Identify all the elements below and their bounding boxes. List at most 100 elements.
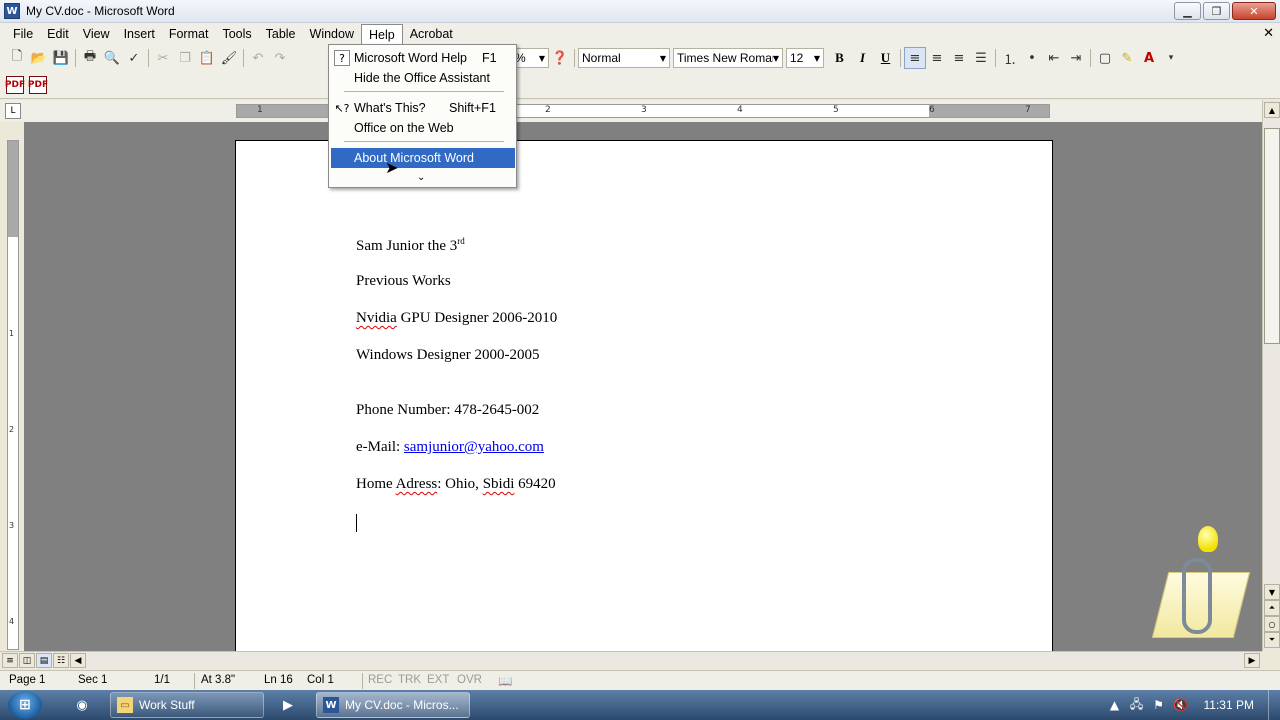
spelling-error[interactable]: Adress (396, 476, 438, 492)
start-button[interactable]: ⊞ (8, 691, 42, 719)
new-document-icon[interactable]: 🗋 (6, 47, 28, 69)
underline-button[interactable]: U (874, 47, 897, 69)
menu-window[interactable]: Window (303, 24, 361, 44)
menu-format[interactable]: Format (162, 24, 216, 44)
status-ovr[interactable]: OVR (457, 674, 482, 686)
horizontal-scrollbar[interactable]: ≡ ◫ ▤ ☷ ◀ ▶ (0, 651, 1262, 669)
status-ext[interactable]: EXT (427, 674, 449, 686)
chrome-icon[interactable]: ◉ (60, 693, 104, 717)
document-page[interactable]: Sam Junior the 3rd Previous Works Nvidia… (235, 140, 1053, 651)
lightbulb-icon[interactable] (1198, 526, 1218, 552)
font-combo[interactable]: Times New Roman ▼ (673, 48, 783, 68)
help-icon[interactable]: ❓ (549, 47, 571, 69)
web-layout-icon[interactable]: ◫ (19, 653, 35, 668)
spelling-error[interactable]: Sbidi (483, 476, 515, 492)
scroll-right-icon[interactable]: ▶ (1244, 653, 1260, 668)
format-painter-icon[interactable]: 🖌 (218, 47, 240, 69)
vertical-ruler[interactable]: 1 2 3 4 (7, 140, 19, 650)
document-line-name[interactable]: Sam Junior the 3rd (356, 236, 465, 255)
toolbar-options-icon[interactable]: ▾ (1160, 47, 1182, 69)
spelling-error[interactable]: Nvidia (356, 310, 397, 326)
pdf-convert-icon[interactable]: PDF (5, 75, 25, 94)
scroll-left-icon[interactable]: ◀ (70, 653, 86, 668)
pdf-convert-email-icon[interactable]: PDF (28, 75, 48, 94)
scroll-thumb[interactable] (1264, 128, 1280, 344)
bold-button[interactable]: B (828, 47, 851, 69)
minimize-button[interactable]: ▁ (1174, 2, 1201, 20)
show-desktop-button[interactable] (1268, 690, 1280, 720)
document-line-email[interactable]: e-Mail: samjunior@yahoo.com (356, 439, 544, 456)
spelling-icon[interactable]: ✓ (123, 47, 145, 69)
print-icon[interactable]: 🖶 (79, 47, 101, 69)
outline-view-icon[interactable]: ☷ (53, 653, 69, 668)
email-link[interactable]: samjunior@yahoo.com (404, 439, 544, 455)
normal-view-icon[interactable]: ≡ (2, 653, 18, 668)
menu-help[interactable]: Help (360, 24, 403, 44)
highlight-icon[interactable]: ✎ (1116, 47, 1138, 69)
scroll-down-icon[interactable]: ▼ (1264, 584, 1280, 600)
network-icon[interactable]: 🖧 (1126, 695, 1148, 716)
spelling-status-icon[interactable]: 📖 (498, 674, 512, 688)
menu-item-office-web[interactable]: Office on the Web (331, 118, 515, 138)
show-hidden-icons-icon[interactable]: ▲ (1104, 698, 1126, 712)
align-left-icon[interactable]: ≡ (904, 47, 926, 69)
bullets-icon[interactable]: • (1021, 47, 1043, 69)
document-line-job-1[interactable]: Nvidia GPU Designer 2006-2010 (356, 310, 557, 327)
align-right-icon[interactable]: ≡ (948, 47, 970, 69)
style-combo[interactable]: Normal ▼ (578, 48, 670, 68)
menu-edit[interactable]: Edit (40, 24, 76, 44)
menu-item-whats-this[interactable]: ↖? What's This? Shift+F1 (331, 98, 515, 118)
media-player-icon[interactable]: ▶ (266, 693, 310, 717)
print-preview-icon[interactable]: 🔍 (101, 47, 123, 69)
italic-button[interactable]: I (851, 47, 874, 69)
menu-insert[interactable]: Insert (117, 24, 162, 44)
previous-page-icon[interactable]: ⏶ (1264, 600, 1280, 616)
volume-muted-icon[interactable]: 🔇 (1170, 698, 1192, 712)
close-button[interactable]: ✕ (1232, 2, 1276, 20)
status-trk[interactable]: TRK (398, 674, 421, 686)
task-word-document[interactable]: W My CV.doc - Micros... (316, 692, 470, 718)
menu-acrobat[interactable]: Acrobat (403, 24, 460, 44)
document-line-heading[interactable]: Previous Works (356, 273, 451, 290)
action-center-icon[interactable]: ⚑ (1148, 698, 1170, 712)
font-color-icon[interactable]: A (1138, 47, 1160, 69)
undo-icon[interactable]: ↶ (247, 47, 269, 69)
scroll-up-icon[interactable]: ▲ (1264, 102, 1280, 118)
select-browse-object-icon[interactable]: ○ (1264, 616, 1280, 632)
office-assistant[interactable] (1151, 520, 1251, 644)
increase-indent-icon[interactable]: ⇥ (1065, 47, 1087, 69)
menu-item-hide-assistant[interactable]: Hide the Office Assistant (331, 68, 515, 88)
cut-icon[interactable]: ✂ (152, 47, 174, 69)
align-center-icon[interactable]: ≡ (926, 47, 948, 69)
tab-selector[interactable]: L (5, 103, 21, 119)
redo-icon[interactable]: ↷ (269, 47, 291, 69)
menu-tools[interactable]: Tools (215, 24, 258, 44)
menu-item-about-word[interactable]: About Microsoft Word (331, 148, 515, 168)
font-size-combo[interactable]: 12 ▼ (786, 48, 824, 68)
decrease-indent-icon[interactable]: ⇤ (1043, 47, 1065, 69)
document-close-icon[interactable]: ✕ (1263, 26, 1274, 41)
menu-table[interactable]: Table (259, 24, 303, 44)
numbering-icon[interactable]: ⒈ (999, 47, 1021, 69)
document-area[interactable]: Sam Junior the 3rd Previous Works Nvidia… (24, 122, 1262, 651)
print-layout-icon[interactable]: ▤ (36, 653, 52, 668)
expand-menu-icon[interactable]: ⌄ (417, 172, 425, 183)
menu-view[interactable]: View (76, 24, 117, 44)
copy-icon[interactable]: ❐ (174, 47, 196, 69)
menu-item-word-help[interactable]: ? Microsoft Word Help F1 (331, 48, 515, 68)
document-line-address[interactable]: Home Adress: Ohio, Sbidi 69420 (356, 476, 556, 493)
next-page-icon[interactable]: ⏷ (1264, 632, 1280, 648)
save-icon[interactable]: 💾 (50, 47, 72, 69)
restore-button[interactable]: ❐ (1203, 2, 1230, 20)
task-work-stuff[interactable]: ▭ Work Stuff (110, 692, 264, 718)
status-rec[interactable]: REC (368, 674, 392, 686)
word-app-icon[interactable]: W (4, 3, 20, 19)
clock[interactable]: 11:31 PM (1204, 698, 1254, 712)
open-folder-icon[interactable]: 📂 (28, 47, 50, 69)
menu-file[interactable]: File (6, 24, 40, 44)
document-line-phone[interactable]: Phone Number: 478-2645-002 (356, 402, 539, 419)
justify-icon[interactable]: ☰ (970, 47, 992, 69)
document-line-job-2[interactable]: Windows Designer 2000-2005 (356, 347, 540, 364)
vertical-scrollbar[interactable]: ▲ ▼ ⏶ ○ ⏷ (1262, 100, 1280, 651)
borders-icon[interactable]: ▢ (1094, 47, 1116, 69)
